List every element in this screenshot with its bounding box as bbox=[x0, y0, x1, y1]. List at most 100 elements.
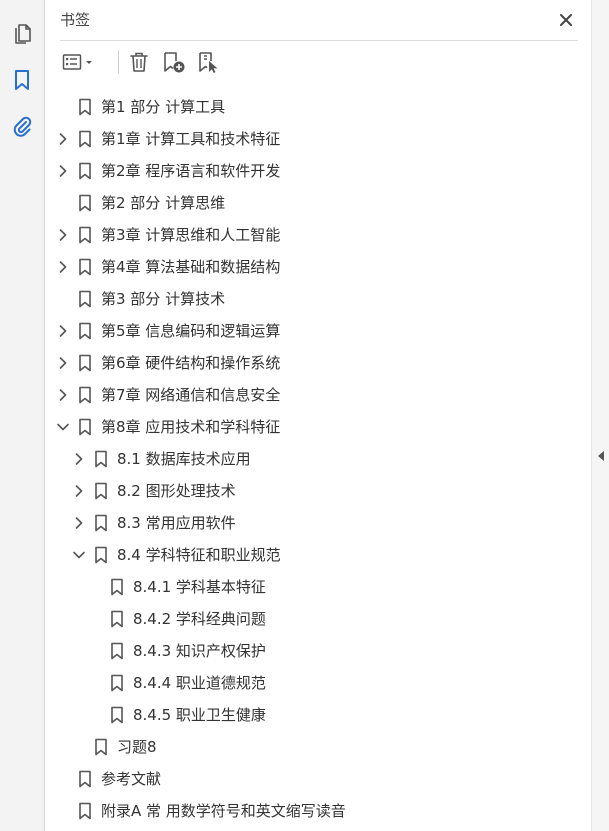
bookmark-item[interactable]: 第2章 程序语言和软件开发 bbox=[45, 155, 591, 187]
bookmark-item[interactable]: 第1章 计算工具和技术特征 bbox=[45, 123, 591, 155]
chevron-right-icon[interactable] bbox=[55, 227, 71, 243]
attachments-button[interactable] bbox=[9, 112, 35, 138]
new-bookmark-from-structure-button[interactable] bbox=[194, 49, 222, 75]
bookmark-label: 第4章 算法基础和数据结构 bbox=[101, 258, 281, 276]
attachment-icon bbox=[13, 116, 32, 137]
new-bookmark-button[interactable] bbox=[160, 49, 188, 75]
page-thumbnails-button[interactable] bbox=[9, 20, 35, 46]
bookmark-label: 习题8 bbox=[117, 738, 157, 756]
bookmark-label: 第1章 计算工具和技术特征 bbox=[101, 130, 281, 148]
bookmark-label: 8.2 图形处理技术 bbox=[117, 482, 236, 500]
bookmark-label: 第6章 硬件结构和操作系统 bbox=[101, 354, 281, 372]
bookmark-icon bbox=[78, 194, 92, 212]
panel-resize-edge bbox=[591, 0, 609, 831]
bookmark-label: 第1 部分 计算工具 bbox=[101, 98, 226, 116]
bookmark-icon bbox=[78, 162, 92, 180]
bookmarks-toolbar bbox=[60, 46, 578, 78]
bookmark-label: 8.4.1 学科基本特征 bbox=[133, 578, 266, 596]
bookmark-item[interactable]: 8.4.4 职业道德规范 bbox=[45, 667, 591, 699]
bookmark-icon bbox=[78, 322, 92, 340]
options-menu-button[interactable] bbox=[60, 49, 96, 75]
bookmark-item[interactable]: 附录A 常 用数学符号和英文缩写读音 bbox=[45, 795, 591, 827]
bookmark-icon bbox=[110, 674, 124, 692]
bookmark-label: 参考文献 bbox=[101, 770, 162, 788]
chevron-right-icon[interactable] bbox=[55, 355, 71, 371]
bookmark-icon bbox=[78, 770, 92, 788]
bookmark-icon bbox=[110, 610, 124, 628]
chevron-right-icon[interactable] bbox=[71, 483, 87, 499]
bookmark-icon bbox=[110, 578, 124, 596]
chevron-right-icon[interactable] bbox=[55, 163, 71, 179]
close-icon bbox=[560, 14, 572, 26]
bookmark-item[interactable]: 第8章 应用技术和学科特征 bbox=[45, 411, 591, 443]
bookmark-icon bbox=[15, 70, 29, 90]
bookmark-icon bbox=[94, 546, 108, 564]
new-bookmark-icon bbox=[164, 52, 185, 73]
bookmark-item[interactable]: 第5章 信息编码和逻辑运算 bbox=[45, 315, 591, 347]
chevron-right-icon[interactable] bbox=[55, 131, 71, 147]
bookmark-label: 第7章 网络通信和信息安全 bbox=[101, 386, 281, 404]
bookmark-label: 8.4 学科特征和职业规范 bbox=[117, 546, 281, 564]
bookmark-item[interactable]: 8.4.2 学科经典问题 bbox=[45, 603, 591, 635]
bookmarks-panel: 书签 第1 部分 计算工具 第1章 计算工具和技术特征 第2章 程序语言和软件开… bbox=[45, 0, 591, 831]
bookmark-label: 第2章 程序语言和软件开发 bbox=[101, 162, 281, 180]
bookmark-label: 第3章 计算思维和人工智能 bbox=[101, 226, 281, 244]
collapse-panel-arrow-icon[interactable] bbox=[597, 450, 605, 462]
bookmark-item[interactable]: 8.4.3 知识产权保护 bbox=[45, 635, 591, 667]
bookmark-item[interactable]: 8.3 常用应用软件 bbox=[45, 507, 591, 539]
close-panel-button[interactable] bbox=[554, 8, 578, 32]
trash-icon bbox=[130, 52, 148, 72]
bookmark-item[interactable]: 第7章 网络通信和信息安全 bbox=[45, 379, 591, 411]
chevron-down-icon[interactable] bbox=[55, 419, 71, 435]
chevron-right-icon[interactable] bbox=[71, 515, 87, 531]
bookmark-label: 第3 部分 计算技术 bbox=[101, 290, 226, 308]
bookmark-item[interactable]: 参考文献 bbox=[45, 763, 591, 795]
bookmark-item[interactable]: 8.4.5 职业卫生健康 bbox=[45, 699, 591, 731]
bookmark-item[interactable]: 第4章 算法基础和数据结构 bbox=[45, 251, 591, 283]
bookmark-item[interactable]: 第2 部分 计算思维 bbox=[45, 187, 591, 219]
bookmark-label: 附录A 常 用数学符号和英文缩写读音 bbox=[101, 802, 346, 820]
bookmark-item[interactable]: 8.4 学科特征和职业规范 bbox=[45, 539, 591, 571]
bookmark-icon bbox=[94, 450, 108, 468]
chevron-right-icon[interactable] bbox=[71, 451, 87, 467]
panel-header: 书签 bbox=[60, 8, 578, 32]
bookmark-label: 第5章 信息编码和逻辑运算 bbox=[101, 322, 281, 340]
bookmark-label: 8.3 常用应用软件 bbox=[117, 514, 236, 532]
bookmark-icon bbox=[78, 290, 92, 308]
bookmark-label: 8.4.4 职业道德规范 bbox=[133, 674, 266, 692]
chevron-down-icon[interactable] bbox=[71, 547, 87, 563]
chevron-right-icon[interactable] bbox=[55, 323, 71, 339]
bookmark-icon bbox=[110, 642, 124, 660]
bookmark-item[interactable]: 8.4.1 学科基本特征 bbox=[45, 571, 591, 603]
bookmark-item[interactable]: 第3章 计算思维和人工智能 bbox=[45, 219, 591, 251]
bookmark-item[interactable]: 8.1 数据库技术应用 bbox=[45, 443, 591, 475]
bookmark-label: 8.1 数据库技术应用 bbox=[117, 450, 251, 468]
bookmark-icon bbox=[78, 386, 92, 404]
bookmark-label: 8.4.5 职业卫生健康 bbox=[133, 706, 266, 724]
toolbar-separator bbox=[118, 50, 119, 74]
bookmark-item[interactable]: 第3 部分 计算技术 bbox=[45, 283, 591, 315]
list-options-icon bbox=[62, 54, 82, 70]
bookmark-icon bbox=[78, 354, 92, 372]
bookmark-tree: 第1 部分 计算工具第1章 计算工具和技术特征 第2章 程序语言和软件开发第2 部… bbox=[45, 91, 591, 827]
chevron-down-icon bbox=[86, 61, 92, 64]
bookmark-icon bbox=[78, 98, 92, 116]
bookmark-icon bbox=[78, 802, 92, 820]
header-divider bbox=[60, 40, 578, 41]
delete-bookmark-button[interactable] bbox=[126, 49, 152, 75]
panel-title: 书签 bbox=[60, 11, 91, 29]
page-thumbnails-icon bbox=[15, 24, 31, 44]
chevron-right-icon[interactable] bbox=[55, 259, 71, 275]
bookmark-cursor-icon bbox=[199, 52, 218, 73]
bookmark-item[interactable]: 8.2 图形处理技术 bbox=[45, 475, 591, 507]
bookmark-item[interactable]: 习题8 bbox=[45, 731, 591, 763]
bookmark-item[interactable]: 第6章 硬件结构和操作系统 bbox=[45, 347, 591, 379]
bookmark-item[interactable]: 第1 部分 计算工具 bbox=[45, 91, 591, 123]
bookmark-label: 8.4.2 学科经典问题 bbox=[133, 610, 266, 628]
bookmark-icon bbox=[78, 258, 92, 276]
bookmarks-panel-button[interactable] bbox=[9, 67, 35, 93]
bookmark-label: 第8章 应用技术和学科特征 bbox=[101, 418, 281, 436]
bookmark-icon bbox=[94, 482, 108, 500]
chevron-right-icon[interactable] bbox=[55, 387, 71, 403]
bookmark-icon bbox=[94, 738, 108, 756]
